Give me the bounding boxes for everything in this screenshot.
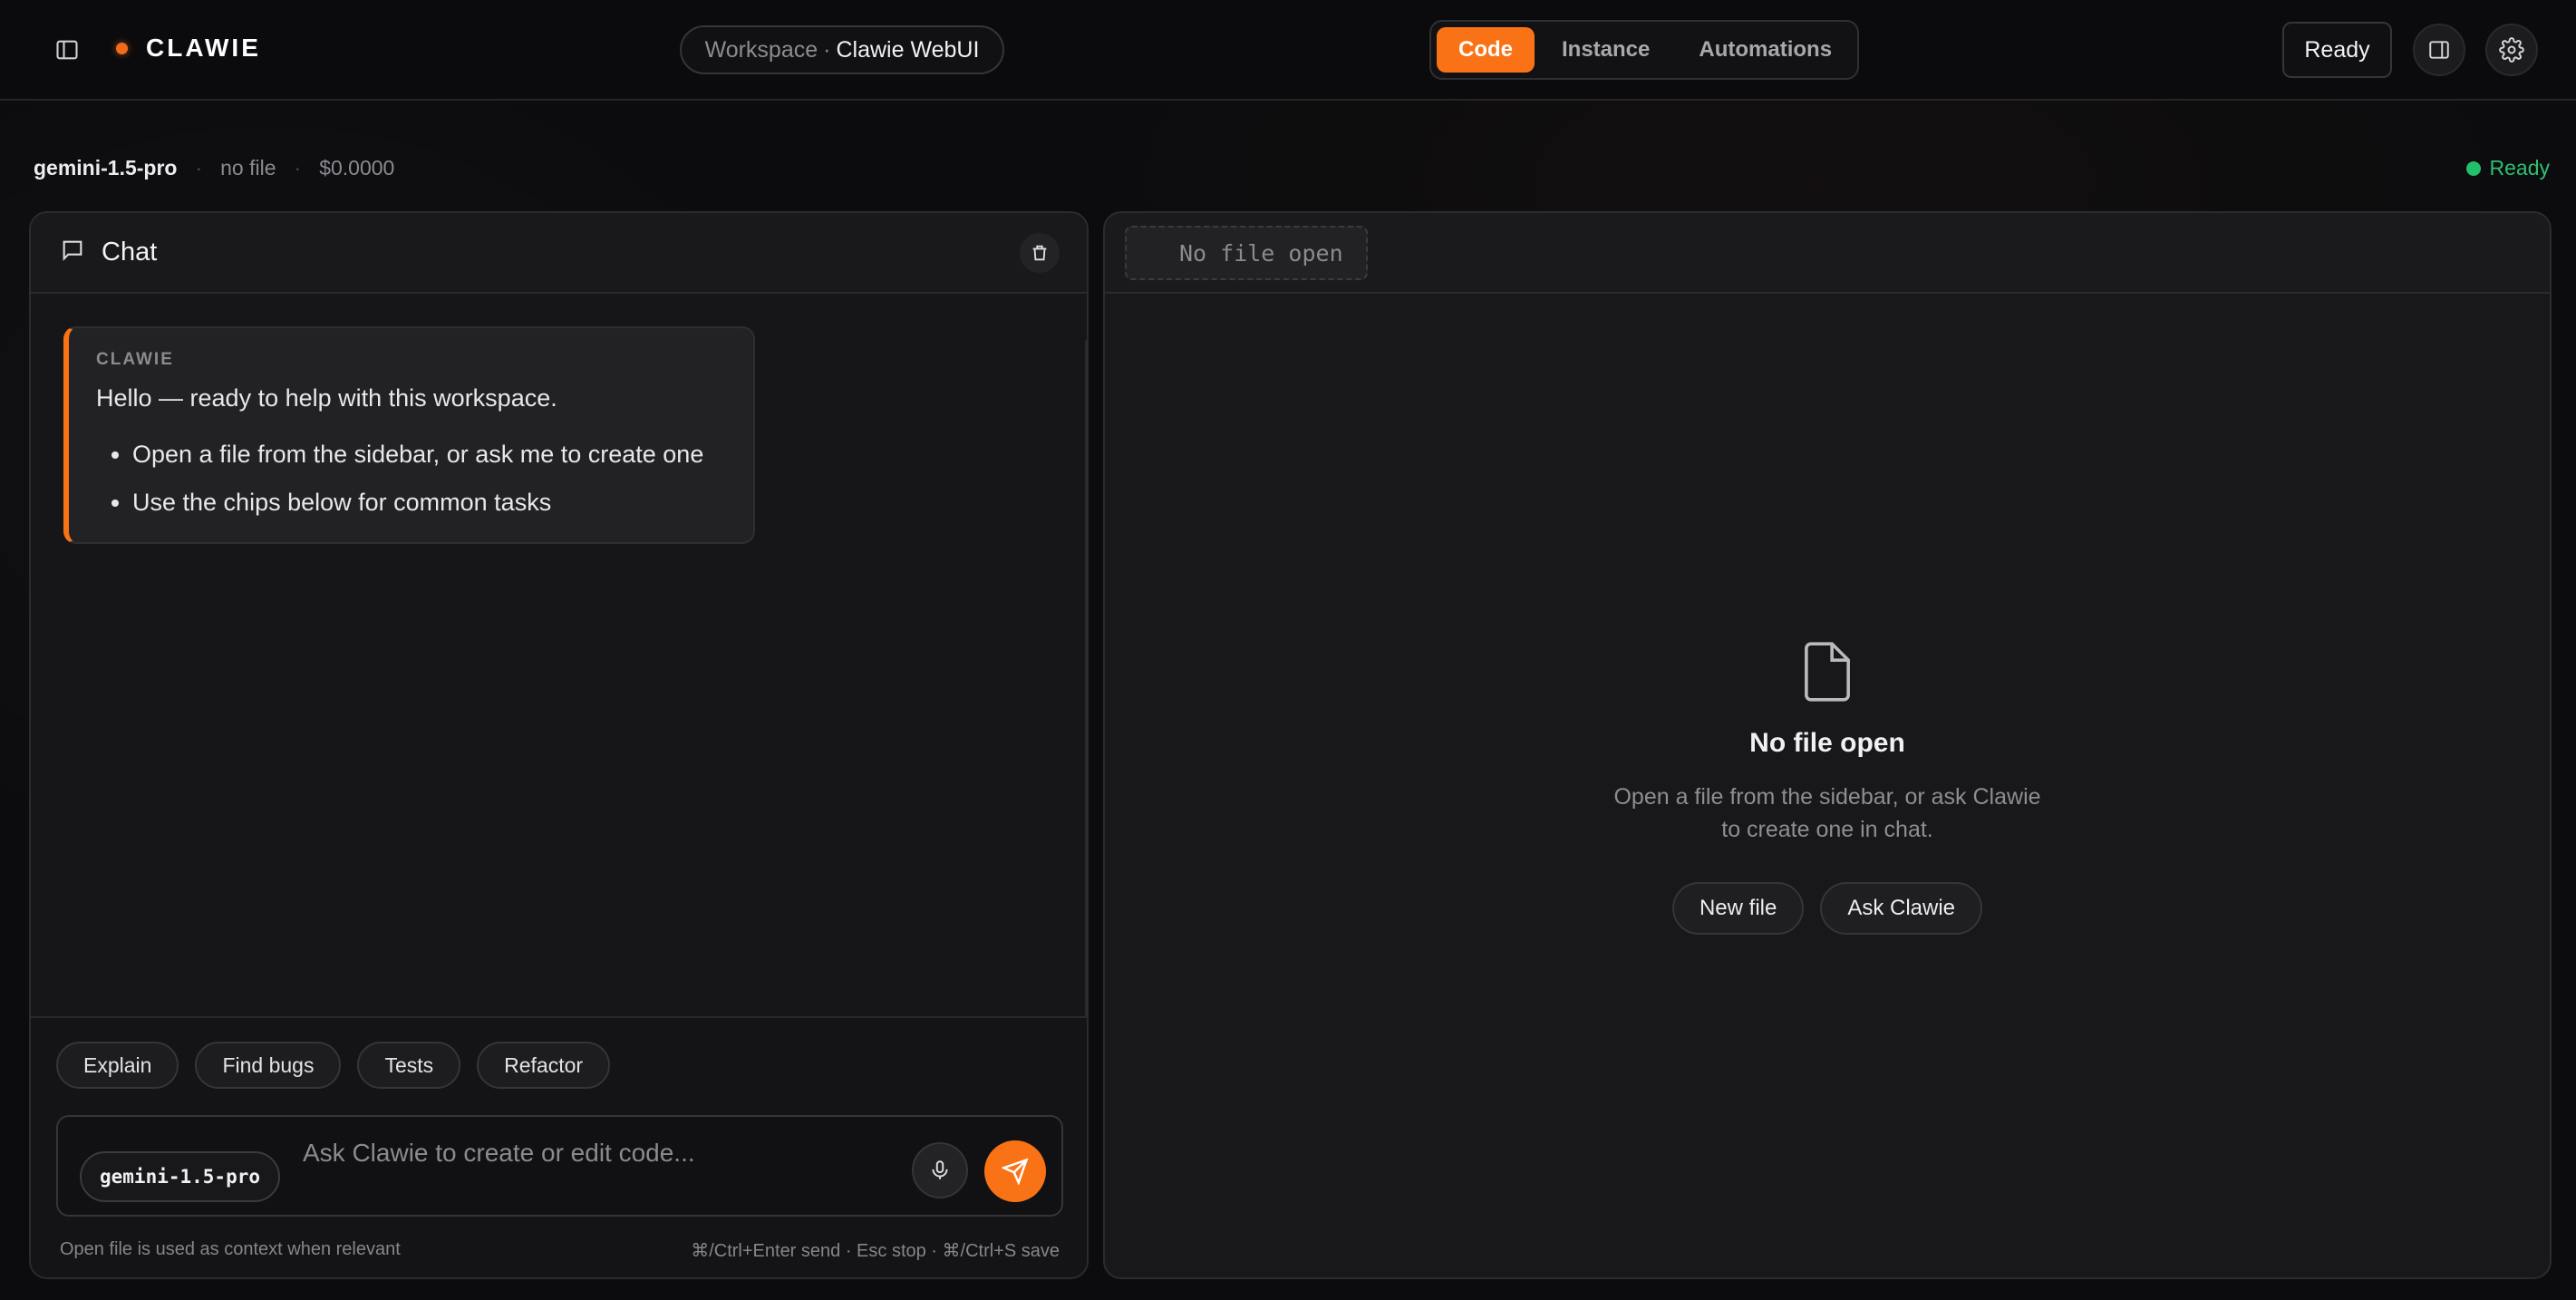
model-selector[interactable]: gemini-1.5-pro xyxy=(80,1151,281,1202)
chip-tests[interactable]: Tests xyxy=(357,1042,461,1089)
chip-find-bugs[interactable]: Find bugs xyxy=(195,1042,342,1089)
chat-bubble-icon xyxy=(60,238,85,267)
empty-state: No file open Open a file from the sideba… xyxy=(1105,639,2550,935)
shortcut-hint: ⌘/Ctrl+Enter send · Esc stop · ⌘/Ctrl+S … xyxy=(691,1241,1060,1261)
chat-panel: Chat CLAWIE Hello — ready to help with t… xyxy=(29,211,1089,1279)
status-model: gemini-1.5-pro xyxy=(34,156,178,179)
workspace-label: Workspace xyxy=(704,36,818,63)
chat-composer: gemini-1.5-pro xyxy=(56,1115,1063,1217)
send-icon[interactable] xyxy=(984,1140,1046,1202)
mode-tabs: Code Instance Automations xyxy=(1429,20,1859,80)
chip-explain[interactable]: Explain xyxy=(56,1042,179,1089)
sidebar-toggle-icon[interactable] xyxy=(44,26,91,73)
message-bullets: Open a file from the sidebar, or ask me … xyxy=(96,431,753,527)
context-hint: Open file is used as context when releva… xyxy=(60,1239,401,1259)
chat-footer: Explain Find bugs Tests Refactor gemini-… xyxy=(31,1016,1087,1277)
status-separator: · xyxy=(294,156,302,179)
brand-name: CLAWIE xyxy=(146,34,261,62)
microphone-icon[interactable] xyxy=(912,1142,968,1198)
message-sender: CLAWIE xyxy=(96,350,174,369)
chip-refactor[interactable]: Refactor xyxy=(477,1042,611,1089)
status-indicator: Ready xyxy=(2465,156,2550,180)
tab-instance[interactable]: Instance xyxy=(1540,27,1671,73)
chat-header: Chat xyxy=(31,213,1087,294)
settings-gear-icon[interactable] xyxy=(2485,24,2538,76)
status-state: Ready xyxy=(2489,156,2550,179)
chat-input[interactable] xyxy=(303,1135,919,1171)
message-text: Hello — ready to help with this workspac… xyxy=(96,384,557,412)
workspace-separator: · xyxy=(823,36,831,63)
empty-description: Open a file from the sidebar, or ask Cla… xyxy=(1105,781,2550,846)
tab-automations[interactable]: Automations xyxy=(1677,27,1854,73)
chat-title: Chat xyxy=(102,238,158,267)
editor-panel: No file open No file open Open a file fr… xyxy=(1103,211,2552,1279)
ask-clawie-button[interactable]: Ask Clawie xyxy=(1820,882,1983,935)
status-line: gemini-1.5-pro · no file · $0.0000 xyxy=(34,156,394,180)
top-bar: CLAWIE Workspace · Clawie WebUI Code Ins… xyxy=(0,0,2576,101)
message-bullet: Use the chips below for common tasks xyxy=(132,479,753,527)
panel-toggle-icon[interactable] xyxy=(2413,24,2465,76)
brand-dot-icon xyxy=(116,42,128,54)
empty-description-line: to create one in chat. xyxy=(1721,817,1933,842)
status-cost: $0.0000 xyxy=(319,156,395,179)
new-file-button[interactable]: New file xyxy=(1671,882,1805,935)
brand[interactable]: CLAWIE xyxy=(116,34,261,63)
clear-chat-trash-icon[interactable] xyxy=(1020,233,1060,273)
ready-button[interactable]: Ready xyxy=(2282,22,2392,78)
quick-action-chips: Explain Find bugs Tests Refactor xyxy=(56,1042,626,1089)
empty-actions: New file Ask Clawie xyxy=(1105,882,2550,935)
empty-description-line: Open a file from the sidebar, or ask Cla… xyxy=(1613,784,2041,810)
status-dot-icon xyxy=(2465,160,2481,176)
status-file: no file xyxy=(220,156,276,179)
chat-messages: CLAWIE Hello — ready to help with this w… xyxy=(31,294,1087,990)
status-separator: · xyxy=(195,156,203,179)
workspace-name: Clawie WebUI xyxy=(836,36,980,63)
file-tab-placeholder: No file open xyxy=(1125,226,1368,280)
message-bullet: Open a file from the sidebar, or ask me … xyxy=(132,431,753,479)
tab-code[interactable]: Code xyxy=(1437,27,1535,73)
empty-title: No file open xyxy=(1749,728,1905,758)
assistant-message: CLAWIE Hello — ready to help with this w… xyxy=(63,326,755,544)
workspace-selector[interactable]: Workspace · Clawie WebUI xyxy=(680,25,1004,74)
editor-tab-bar: No file open xyxy=(1105,213,2550,294)
file-icon xyxy=(1105,639,2550,704)
